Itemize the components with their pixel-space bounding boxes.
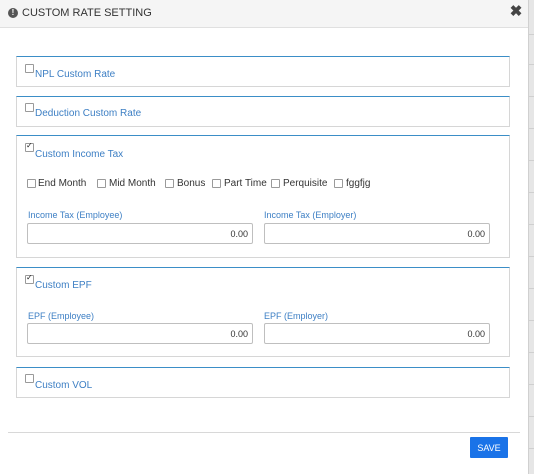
end-month-checkbox[interactable] (27, 179, 36, 188)
strip-line (529, 320, 534, 321)
income-tax-employee-label: Income Tax (Employee) (28, 210, 123, 220)
income-tax-employer-input[interactable] (264, 223, 490, 244)
income-tax-employer-label: Income Tax (Employer) (264, 210, 357, 220)
part-time-label[interactable]: Part Time (224, 178, 267, 189)
dialog-header: ! CUSTOM RATE SETTING ✖ (0, 0, 528, 28)
strip-line (529, 256, 534, 257)
strip-line (529, 128, 534, 129)
custom-vol-panel: Custom VOL (16, 367, 510, 398)
custom-income-tax-checkbox[interactable] (25, 141, 34, 152)
custom-rate-setting-dialog: ! CUSTOM RATE SETTING ✖ NPL Custom Rate … (0, 0, 529, 474)
strip-line (529, 224, 534, 225)
npl-custom-rate-checkbox[interactable] (25, 64, 34, 73)
fggfjg-checkbox[interactable] (334, 179, 343, 188)
custom-epf-checkbox[interactable] (25, 273, 34, 284)
npl-custom-rate-label[interactable]: NPL Custom Rate (35, 69, 115, 80)
custom-epf-label[interactable]: Custom EPF (35, 280, 92, 291)
strip-line (529, 96, 534, 97)
bonus-label[interactable]: Bonus (177, 178, 205, 189)
epf-employer-input[interactable] (264, 323, 490, 344)
mid-month-label[interactable]: Mid Month (109, 178, 156, 189)
strip-line (529, 192, 534, 193)
bonus-checkbox[interactable] (165, 179, 174, 188)
deduction-custom-rate-panel: Deduction Custom Rate (16, 96, 510, 127)
dialog-title: CUSTOM RATE SETTING (22, 7, 152, 19)
income-tax-employee-input[interactable] (27, 223, 253, 244)
mid-month-checkbox[interactable] (97, 179, 106, 188)
strip-line (529, 352, 534, 353)
strip-line (529, 160, 534, 161)
epf-employee-label: EPF (Employee) (28, 311, 95, 321)
custom-epf-panel: Custom EPF EPF (Employee) EPF (Employer) (16, 267, 510, 357)
strip-line (529, 34, 534, 35)
epf-employer-label: EPF (Employer) (264, 311, 329, 321)
perquisite-checkbox[interactable] (271, 179, 280, 188)
strip-line (529, 384, 534, 385)
strip-line (529, 416, 534, 417)
info-icon: ! (8, 8, 18, 18)
custom-vol-label[interactable]: Custom VOL (35, 380, 92, 391)
strip-line (529, 64, 534, 65)
strip-line (529, 448, 534, 449)
npl-custom-rate-panel: NPL Custom Rate (16, 56, 510, 87)
footer-divider (8, 432, 520, 433)
perquisite-label[interactable]: Perquisite (283, 178, 327, 189)
deduction-custom-rate-label[interactable]: Deduction Custom Rate (35, 108, 141, 119)
epf-employee-input[interactable] (27, 323, 253, 344)
deduction-custom-rate-checkbox[interactable] (25, 103, 34, 112)
background-page-strip (529, 0, 534, 474)
strip-line (529, 288, 534, 289)
close-icon[interactable]: ✖ (509, 4, 523, 19)
save-button[interactable]: SAVE (470, 437, 508, 458)
custom-vol-checkbox[interactable] (25, 374, 34, 383)
fggfjg-label[interactable]: fggfjg (346, 178, 370, 189)
end-month-label[interactable]: End Month (38, 178, 86, 189)
part-time-checkbox[interactable] (212, 179, 221, 188)
custom-income-tax-panel: Custom Income Tax End Month Mid Month Bo… (16, 135, 510, 258)
custom-income-tax-label[interactable]: Custom Income Tax (35, 149, 123, 160)
